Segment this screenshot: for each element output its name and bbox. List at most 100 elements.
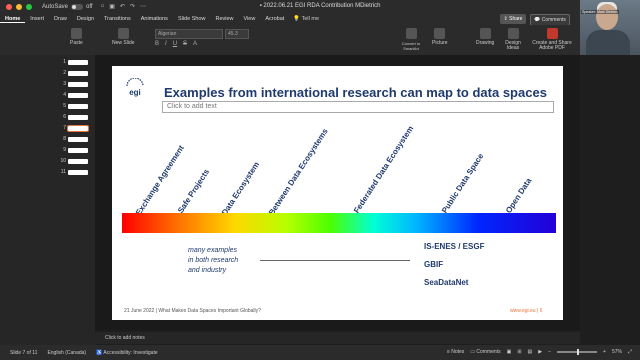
strikethrough-icon[interactable]: S [183,41,187,47]
slide-thumbnail-3[interactable] [68,82,88,87]
slide-thumbnail-8[interactable] [68,137,88,142]
tab-home[interactable]: Home [0,16,26,23]
more-icon[interactable]: ⋯ [140,3,146,10]
egi-logo: egi [126,78,144,97]
many-examples-text: many examples in both research and indus… [188,247,239,274]
spectrum-label-between-data-ecosystems: Between Data Ecosystems [267,126,330,217]
home-toolbar: Paste New Slide Algerian 45.3 B I U S A … [0,25,580,56]
design-ideas-button[interactable]: Design Ideas [502,28,524,51]
slideshow-icon[interactable]: ▶ [538,349,542,355]
person-shirt [586,30,630,55]
zoom-in-icon[interactable]: + [603,349,606,355]
tab-draw[interactable]: Draw [49,16,72,22]
drawing-button[interactable]: Drawing [476,28,494,46]
slide-thumbnail-4[interactable] [68,93,88,98]
pdf-icon [546,28,558,39]
font-name-select[interactable]: Algerian [155,29,223,39]
status-right-controls: ≡ Notes ▭ Comments ▣ ⊞ ▤ ▶ − + 57% ⤢ [447,349,632,355]
picture-icon [434,28,446,39]
paste-button[interactable]: Paste [70,28,83,46]
spectrum-label-public-data-space: Public Data Space [440,151,486,215]
minimize-window-button[interactable] [16,3,22,10]
tab-insert[interactable]: Insert [25,16,49,22]
slide-thumbnails-pane: 1 2 3 4 5 6 7 8 9 10 11 [0,55,95,345]
save-icon[interactable]: ▣ [109,3,115,10]
notes-toggle[interactable]: ≡ Notes [447,349,464,355]
undo-icon[interactable]: ↶ [120,3,125,10]
slide-title[interactable]: Examples from international research can… [164,85,547,100]
home-icon[interactable]: ⌂ [101,3,105,10]
zoom-level[interactable]: 57% [612,349,622,355]
spectrum-label-federated-data-ecosystem: Federated Data Ecosystem [352,124,416,215]
slide-thumbnail-2[interactable] [68,71,88,76]
design-ideas-icon [507,28,519,39]
font-color-icon[interactable]: A [193,41,197,47]
slide-thumbnail-7[interactable] [67,125,89,132]
slide-footer-left: 21 June 2022 | What Makes Data Spaces Im… [124,308,261,314]
format-row: B I U S A [155,41,197,47]
fit-slide-icon[interactable]: ⤢ [628,349,632,355]
example-is-enes-esgf: IS-ENES / ESGF [424,242,485,251]
share-icon: ⇪ [503,16,508,22]
spectrum-label-safe-projects: Safe Projects [176,167,212,215]
redo-icon[interactable]: ↷ [130,3,135,10]
language-status[interactable]: English (Canada) [47,350,86,356]
comment-icon: 💬 [534,17,541,23]
slide-thumbnail-1[interactable] [68,60,88,65]
autosave-toggle[interactable]: AutoSave off [42,3,93,10]
slide-indicator: Slide 7 of 11 [10,349,38,356]
create-share-pdf-button[interactable]: Create and Share Adobe PDF [530,28,574,51]
normal-view-icon[interactable]: ▣ [507,349,512,355]
autosave-switch[interactable] [71,3,84,10]
quick-access-toolbar: ⌂ ▣ ↶ ↷ ⋯ [101,3,146,10]
slide-footer-right: www.egi.eu | 6 [510,308,543,314]
underline-icon[interactable]: U [173,41,177,47]
bold-icon[interactable]: B [155,41,159,47]
document-title: ▪ 2022.06.21 EGI RDA Contribution MDietr… [259,3,381,9]
italic-icon[interactable]: I [165,41,167,47]
comments-toggle[interactable]: ▭ Comments [470,349,500,355]
tab-transitions[interactable]: Transitions [99,16,136,22]
spectrum-label-data-ecosystem: Data Ecosystem [220,160,262,217]
slide-thumbnail-10[interactable] [68,159,88,164]
convert-smartart-button[interactable]: Convert to SmartArt [396,28,426,51]
example-seadatanet: SeaDataNet [424,278,469,287]
window-controls [6,3,32,10]
zoom-slider[interactable] [557,349,598,355]
maximize-window-button[interactable] [26,3,32,10]
lightbulb-icon: 💡 [293,16,302,22]
new-slide-button[interactable]: New Slide [112,28,135,46]
zoom-slider-knob[interactable] [577,349,580,355]
status-bar: Slide 7 of 11 English (Canada) ♿ Accessi… [0,345,640,360]
slide-thumbnail-6[interactable] [68,115,88,120]
notes-pane[interactable]: Click to add notes [95,332,580,344]
tab-animations[interactable]: Animations [136,16,173,22]
font-size-select[interactable]: 45.3 [225,29,249,39]
zoom-out-icon[interactable]: − [548,349,551,355]
tab-slide-show[interactable]: Slide Show [173,16,211,22]
share-button[interactable]: ⇪ Share [500,14,526,24]
picture-button[interactable]: Picture [432,28,448,46]
tell-me-search[interactable]: 💡 Tell me [293,16,319,22]
tab-design[interactable]: Design [72,16,99,22]
clipboard-icon [70,28,82,39]
autosave-label: AutoSave [42,3,69,10]
file-icon: ▪ [259,3,264,9]
shapes-icon [479,28,491,39]
tab-review[interactable]: Review [210,16,238,22]
close-window-button[interactable] [6,3,12,10]
slide-sorter-icon[interactable]: ⊞ [517,349,521,355]
accessibility-status[interactable]: ♿ Accessibility: Investigate [96,350,158,356]
slide-canvas[interactable]: egi Examples from international research… [112,66,563,320]
example-gbif: GBIF [424,260,444,269]
subtitle-placeholder[interactable]: Click to add text [162,101,554,113]
slide-thumbnail-5[interactable] [68,104,88,109]
tab-acrobat[interactable]: Acrobat [260,16,289,22]
slide-thumbnail-9[interactable] [68,148,88,153]
reading-view-icon[interactable]: ▤ [528,349,533,355]
autosave-state: off [86,3,93,10]
slide-thumbnail-11[interactable] [68,170,88,175]
smartart-icon [405,28,417,39]
tab-view[interactable]: View [239,16,261,22]
spectrum-label-open-data: Open Data [504,176,534,215]
